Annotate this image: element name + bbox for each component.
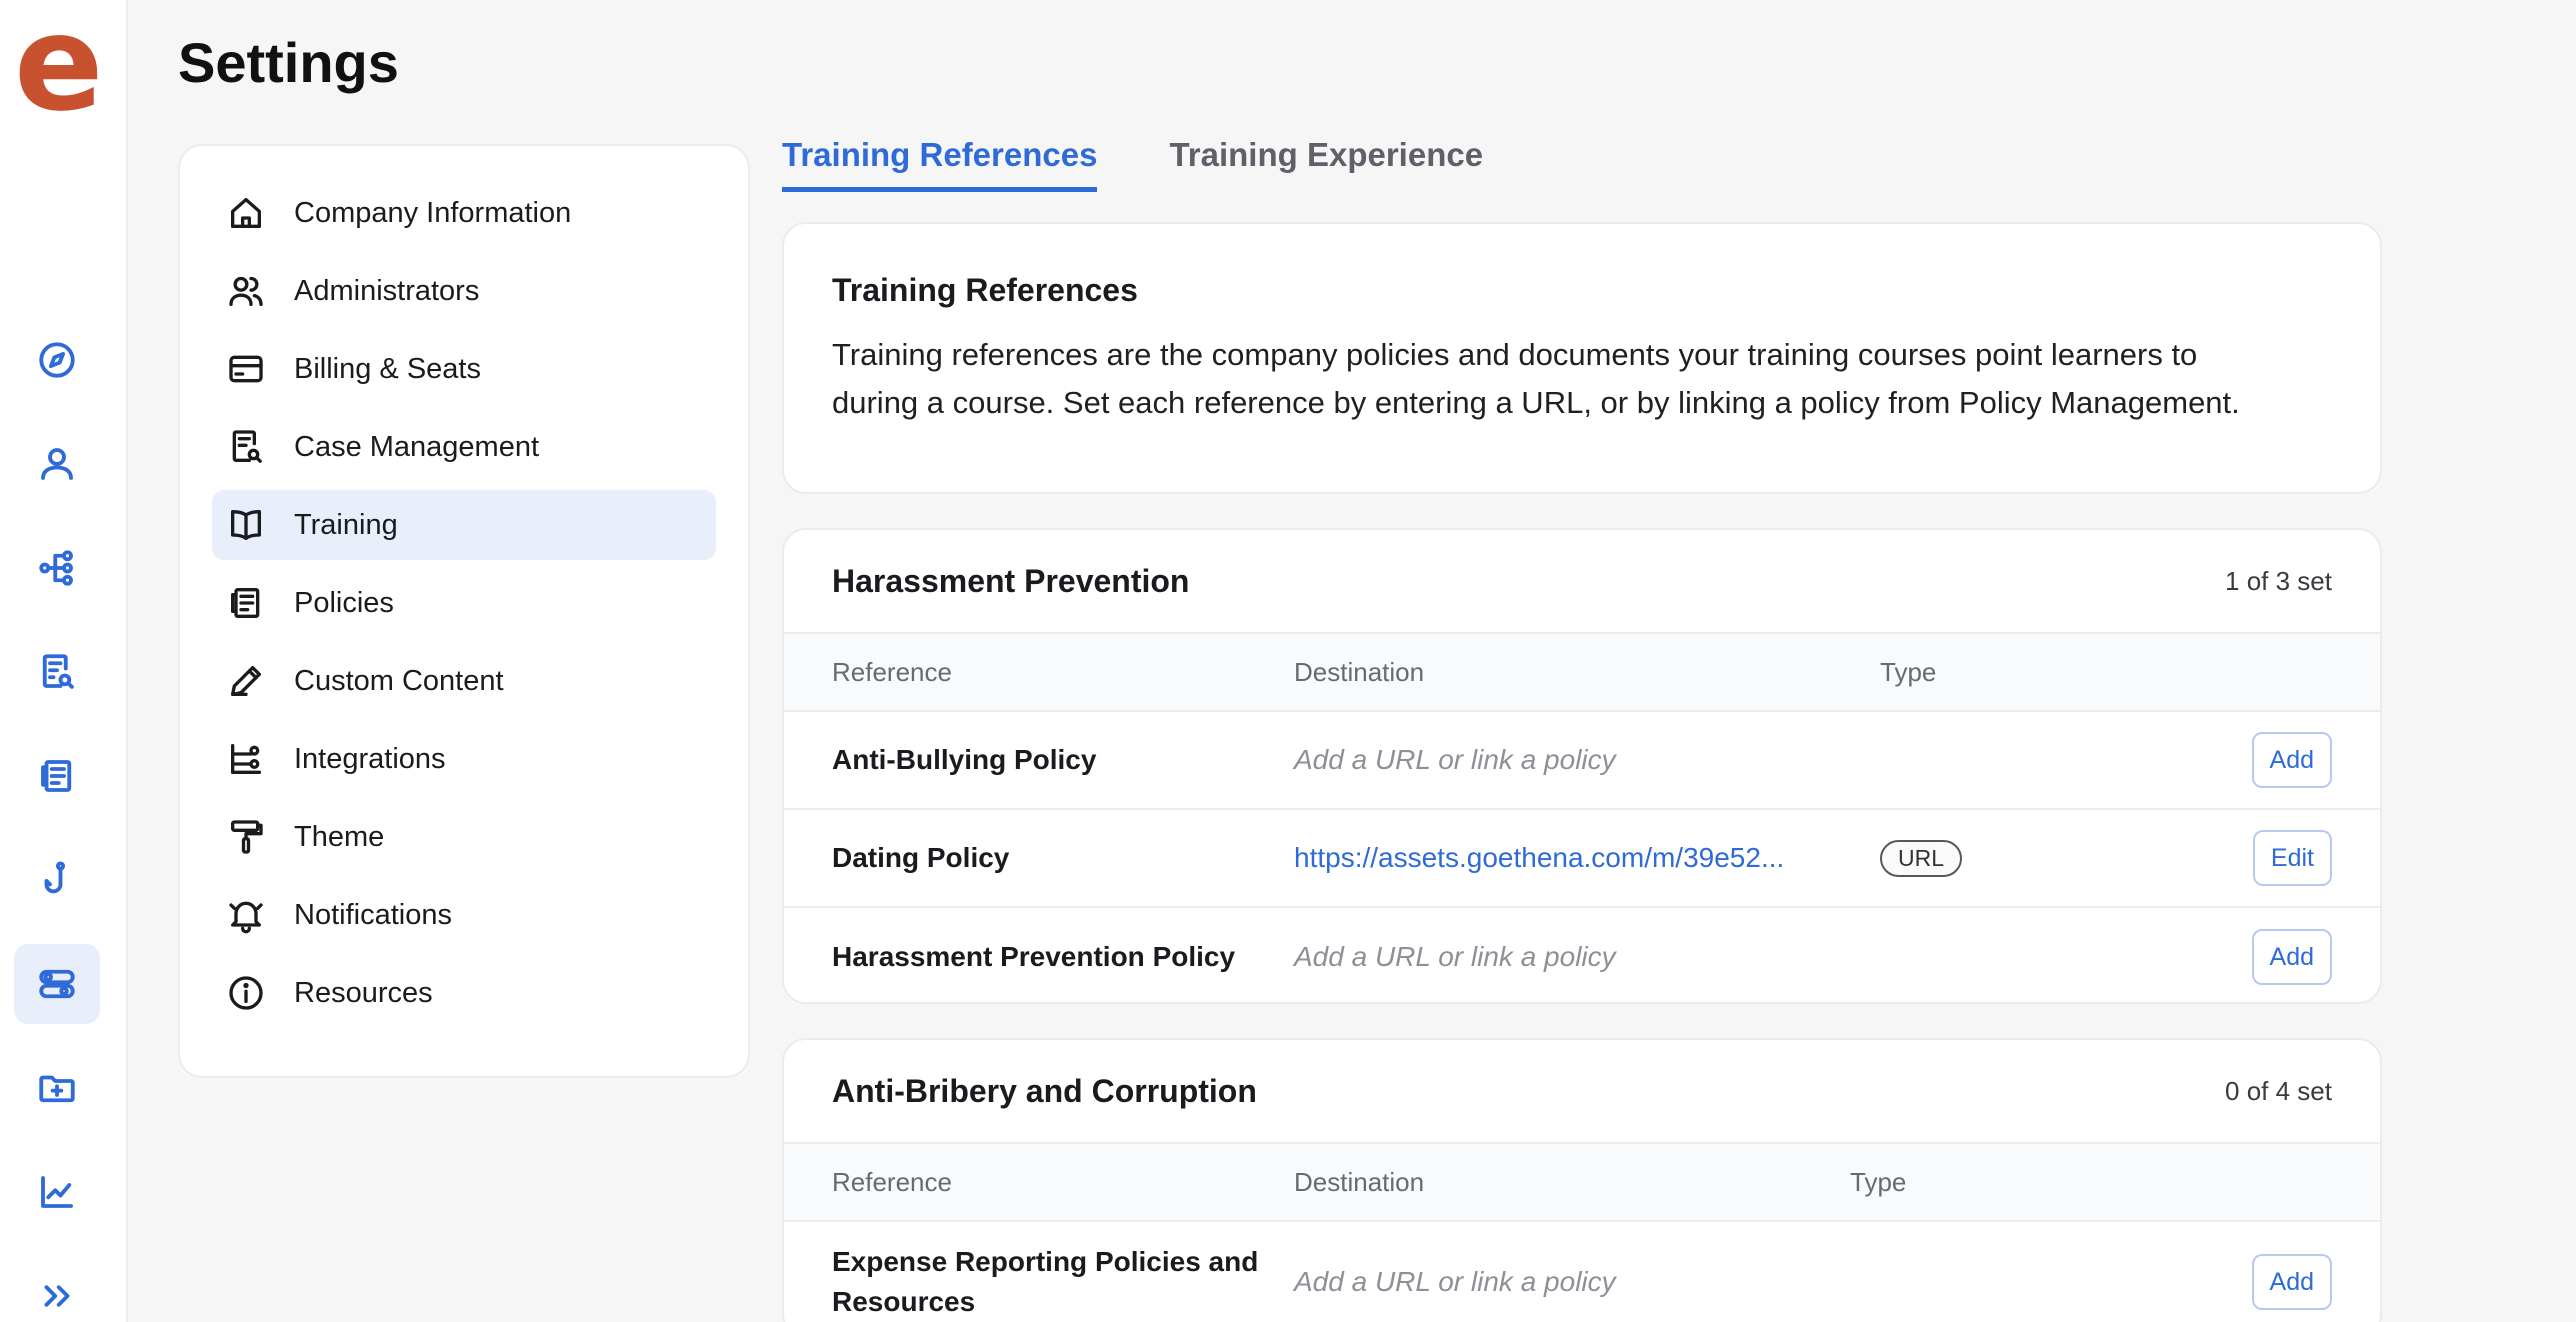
pen-icon <box>226 661 266 701</box>
column-header-reference: Reference <box>832 656 952 687</box>
rail-org[interactable] <box>14 528 100 608</box>
menu-item-label: Case Management <box>294 430 540 463</box>
table-row: Dating Policy https://assets.goethena.co… <box>784 810 2380 908</box>
section-anti-bribery: Anti-Bribery and Corruption 0 of 4 set R… <box>782 1038 2382 1322</box>
paint-roller-icon <box>226 817 266 857</box>
chart-line-icon <box>41 1176 73 1208</box>
menu-item-label: Custom Content <box>294 664 504 697</box>
menu-item-company-information[interactable]: Company Information <box>212 178 716 248</box>
section-title: Harassment Prevention <box>832 562 1190 599</box>
rail-analytics[interactable] <box>14 1152 100 1232</box>
case-search-icon <box>42 654 74 689</box>
add-button[interactable]: Add <box>2251 1254 2332 1310</box>
page-title: Settings <box>178 31 399 94</box>
rail-compass[interactable] <box>14 320 100 400</box>
menu-item-label: Administrators <box>294 274 480 307</box>
rail-policies[interactable] <box>14 736 100 816</box>
menu-item-label: Company Information <box>294 196 572 229</box>
destination-link[interactable]: https://assets.goethena.com/m/39e52... <box>1294 842 1880 874</box>
settings-toggle-icon <box>39 969 75 999</box>
section-header: Anti-Bribery and Corruption 0 of 4 set <box>784 1040 2380 1144</box>
case-search-icon <box>226 427 266 467</box>
menu-item-training[interactable]: Training <box>212 490 716 560</box>
integrations-icon <box>226 739 266 779</box>
left-rail: e <box>0 0 128 1322</box>
person-icon <box>41 448 73 480</box>
rail-settings[interactable] <box>14 944 100 1024</box>
rail-cases[interactable] <box>14 632 100 712</box>
tab-training-experience[interactable]: Training Experience <box>1169 136 1483 192</box>
tab-bar: Training References Training Experience <box>782 136 1555 192</box>
edit-button[interactable]: Edit <box>2252 830 2332 886</box>
menu-item-notifications[interactable]: Notifications <box>212 880 716 950</box>
rail-hook[interactable] <box>14 840 100 920</box>
menu-item-administrators[interactable]: Administrators <box>212 256 716 326</box>
folder-plus-icon <box>39 1075 75 1103</box>
section-count: 0 of 4 set <box>2225 1075 2332 1106</box>
reference-name: Anti-Bullying Policy <box>832 744 1097 775</box>
rail-folders[interactable] <box>14 1048 100 1128</box>
users-icon <box>226 271 266 311</box>
column-header-destination: Destination <box>1294 656 1425 687</box>
policies-icon <box>41 760 72 792</box>
menu-item-theme[interactable]: Theme <box>212 802 716 872</box>
settings-menu: Company Information Administrators Billi… <box>178 144 750 1078</box>
credit-card-icon <box>226 349 266 389</box>
home-icon <box>226 193 266 233</box>
column-header-row: Reference Destination Type <box>784 1144 2380 1222</box>
tab-training-references[interactable]: Training References <box>782 136 1098 192</box>
section-count: 1 of 3 set <box>2225 565 2332 596</box>
menu-item-policies[interactable]: Policies <box>212 568 716 638</box>
destination-placeholder: Add a URL or link a policy <box>1294 941 1616 972</box>
menu-item-integrations[interactable]: Integrations <box>212 724 716 794</box>
menu-item-label: Billing & Seats <box>294 352 481 385</box>
menu-item-label: Notifications <box>294 898 452 931</box>
column-header-row: Reference Destination Type <box>784 634 2380 712</box>
table-row: Expense Reporting Policies and Resources… <box>784 1222 2380 1322</box>
expand-icon <box>44 1285 70 1307</box>
section-header: Harassment Prevention 1 of 3 set <box>784 530 2380 634</box>
hook-icon <box>44 861 66 894</box>
table-row: Harassment Prevention Policy Add a URL o… <box>784 908 2380 1002</box>
menu-item-custom-content[interactable]: Custom Content <box>212 646 716 716</box>
menu-item-resources[interactable]: Resources <box>212 958 716 1028</box>
column-header-reference: Reference <box>832 1166 952 1197</box>
intro-card: Training References Training references … <box>782 222 2382 494</box>
intro-title: Training References <box>832 272 1138 308</box>
type-badge: URL <box>1880 839 1963 877</box>
app-logo[interactable]: e <box>14 0 104 130</box>
column-header-type: Type <box>1880 656 1937 687</box>
section-harassment-prevention: Harassment Prevention 1 of 3 set Referen… <box>782 528 2382 1004</box>
menu-item-case-management[interactable]: Case Management <box>212 412 716 482</box>
rail-people[interactable] <box>14 424 100 504</box>
compass-icon <box>39 342 75 378</box>
menu-item-label: Policies <box>294 586 394 619</box>
destination-placeholder: Add a URL or link a policy <box>1294 1266 1616 1297</box>
bell-icon <box>226 895 266 935</box>
menu-item-label: Theme <box>294 820 385 853</box>
destination-placeholder: Add a URL or link a policy <box>1294 744 1616 775</box>
menu-item-label: Integrations <box>294 742 446 775</box>
add-button[interactable]: Add <box>2251 732 2332 788</box>
reference-name: Dating Policy <box>832 842 1010 873</box>
policies-icon <box>226 583 266 623</box>
add-button[interactable]: Add <box>2251 929 2332 985</box>
type-cell: URL <box>1880 839 2080 877</box>
menu-item-label: Resources <box>294 976 433 1009</box>
rail-expand[interactable] <box>14 1256 100 1322</box>
reference-name: Harassment Prevention Policy <box>832 941 1236 972</box>
org-chart-icon <box>39 550 73 586</box>
menu-item-label: Training <box>294 508 398 541</box>
menu-item-billing-seats[interactable]: Billing & Seats <box>212 334 716 404</box>
column-header-type: Type <box>1850 1166 1907 1197</box>
intro-description: Training references are the company poli… <box>832 331 2332 427</box>
intro-description-line: Training references are the company poli… <box>832 337 2198 372</box>
info-icon <box>226 973 266 1013</box>
reference-name: Expense Reporting Policies and Resources <box>832 1246 1259 1317</box>
column-header-destination: Destination <box>1294 1166 1425 1197</box>
book-icon <box>226 505 266 545</box>
intro-description-line: during a course. Set each reference by e… <box>832 385 2240 420</box>
table-row: Anti-Bullying Policy Add a URL or link a… <box>784 712 2380 810</box>
section-title: Anti-Bribery and Corruption <box>832 1072 1257 1109</box>
